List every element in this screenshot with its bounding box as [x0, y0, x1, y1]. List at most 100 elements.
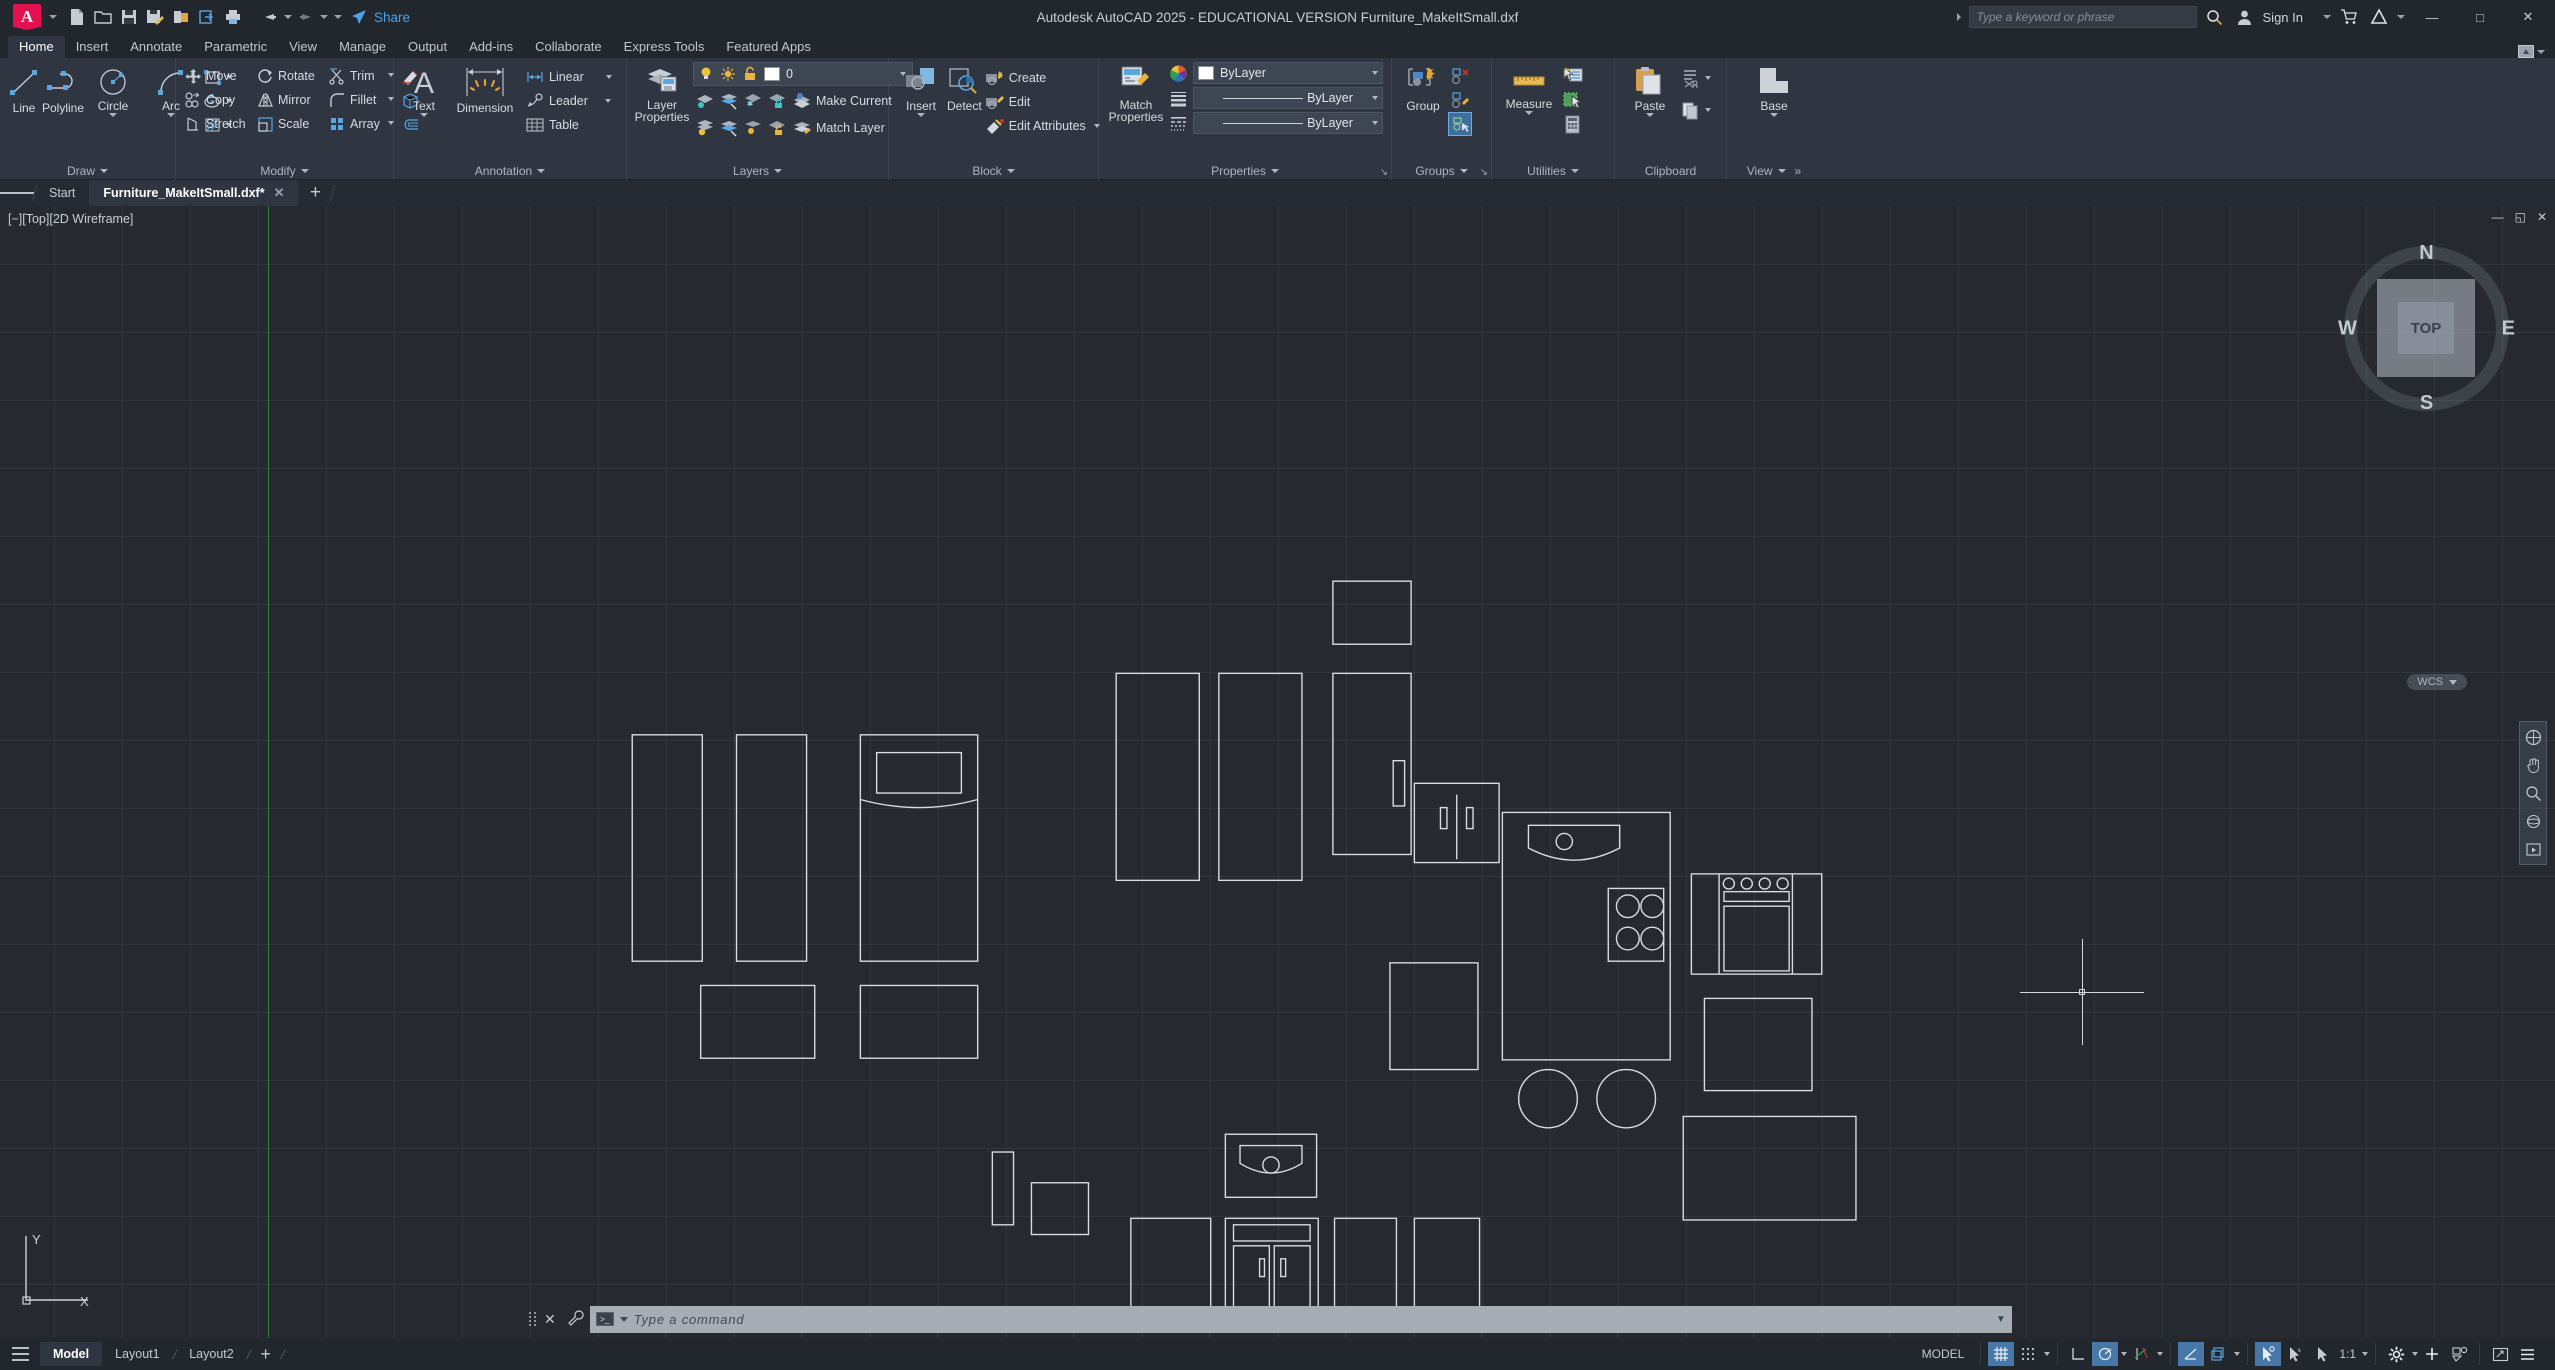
- layer-thaw-all-icon[interactable]: [741, 116, 765, 140]
- panel-title-utilities[interactable]: Utilities: [1492, 161, 1614, 180]
- undo-icon[interactable]: [258, 5, 282, 29]
- edit-block-button[interactable]: Edit: [982, 90, 1103, 114]
- sign-in-button[interactable]: Sign In: [2263, 10, 2303, 25]
- transparency-dropdown-caret[interactable]: [2234, 1352, 2241, 1356]
- file-tab-start[interactable]: Start: [35, 180, 89, 206]
- command-line[interactable]: ✕ >_ Type a command ▼: [528, 1304, 2012, 1334]
- object-color-combo[interactable]: ByLayer: [1193, 62, 1383, 84]
- isolate-objects-icon[interactable]: [2446, 1342, 2472, 1366]
- save-icon[interactable]: [117, 5, 141, 29]
- selection-cycling-toggle[interactable]: [2255, 1342, 2282, 1366]
- snap-dropdown-caret[interactable]: [2044, 1352, 2051, 1356]
- tab-view[interactable]: View: [278, 36, 328, 58]
- linear-dropdown-caret[interactable]: [605, 75, 612, 79]
- layout-tab-model[interactable]: Model: [40, 1342, 103, 1366]
- group-button[interactable]: Group: [1398, 63, 1448, 113]
- tab-add-ins[interactable]: Add-ins: [458, 36, 524, 58]
- panel-title-properties[interactable]: Properties: [1099, 161, 1391, 180]
- workspace-dropdown-caret[interactable]: [2412, 1352, 2418, 1356]
- measure-dropdown-caret[interactable]: [1525, 111, 1533, 115]
- signin-dropdown-caret[interactable]: [2323, 15, 2331, 19]
- command-prompt-icon[interactable]: >_: [595, 1312, 614, 1326]
- panel-title-layers[interactable]: Layers: [627, 161, 888, 180]
- layer-unlock-stack-icon[interactable]: [765, 116, 789, 140]
- dimension-button[interactable]: Dimension: [448, 63, 522, 115]
- tab-collaborate[interactable]: Collaborate: [524, 36, 613, 58]
- grid-display-toggle[interactable]: [1988, 1342, 2015, 1366]
- compass-east-label[interactable]: E: [2502, 317, 2515, 340]
- create-block-button[interactable]: Create: [982, 66, 1103, 90]
- base-view-button[interactable]: Base: [1745, 63, 1803, 113]
- group-selection-toggle-icon[interactable]: [1448, 112, 1472, 136]
- insert-dropdown-caret[interactable]: [917, 113, 925, 117]
- full-navigation-wheel-icon[interactable]: [2522, 726, 2544, 748]
- quick-measure-icon[interactable]: [1560, 88, 1584, 112]
- annotation-panel-caret[interactable]: [537, 168, 546, 173]
- leader-button[interactable]: Leader: [522, 89, 615, 113]
- calculator-icon[interactable]: [1560, 112, 1584, 136]
- draw-panel-caret[interactable]: [100, 168, 108, 173]
- panel-title-annotation[interactable]: Annotation: [394, 161, 626, 180]
- groups-dialog-launcher[interactable]: ↘: [1480, 167, 1488, 178]
- layer-off-icon[interactable]: [693, 116, 717, 140]
- minimize-button[interactable]: —: [2411, 0, 2453, 34]
- compass-north-label[interactable]: N: [2419, 242, 2433, 265]
- share-button[interactable]: Share: [350, 8, 410, 26]
- panel-title-groups[interactable]: Groups: [1392, 161, 1491, 180]
- fillet-button[interactable]: Fillet: [326, 88, 386, 112]
- properties-panel-caret[interactable]: [1270, 168, 1279, 173]
- text-dropdown-caret[interactable]: [420, 113, 428, 117]
- tab-home[interactable]: Home: [8, 36, 65, 58]
- properties-dialog-launcher[interactable]: ↘: [1380, 167, 1388, 178]
- copy-clip-icon[interactable]: [1679, 98, 1703, 122]
- search-input[interactable]: Type a keyword or phrase: [1968, 6, 2197, 28]
- maximize-button[interactable]: □: [2459, 0, 2501, 34]
- move-button[interactable]: Move: [182, 64, 254, 88]
- layer-lock-icon[interactable]: [765, 89, 789, 113]
- panel-title-modify[interactable]: Modify: [176, 161, 393, 180]
- stretch-button[interactable]: Stretch: [182, 112, 254, 136]
- ribbon-overflow-label[interactable]: »: [1795, 164, 1802, 178]
- layer-properties-button[interactable]: Layer Properties: [633, 62, 691, 123]
- leader-dropdown-caret[interactable]: [604, 99, 611, 103]
- pan-icon[interactable]: [2522, 754, 2544, 776]
- view-cube[interactable]: TOP N S E W: [2338, 242, 2515, 414]
- orbit-icon[interactable]: [2522, 810, 2544, 832]
- file-tab-menu-icon[interactable]: [0, 180, 34, 206]
- panel-title-draw[interactable]: Draw: [0, 161, 175, 180]
- layout-tab-layout2[interactable]: Layout2: [176, 1342, 246, 1366]
- annotation-scale-label[interactable]: 1:1: [2336, 1347, 2359, 1361]
- clean-screen-icon[interactable]: [2487, 1342, 2513, 1366]
- lineweight-toggle[interactable]: [2178, 1342, 2205, 1366]
- tab-manage[interactable]: Manage: [328, 36, 397, 58]
- polar-dropdown-caret[interactable]: [2121, 1352, 2128, 1356]
- close-icon[interactable]: ✕: [274, 185, 285, 201]
- circle-dropdown-caret[interactable]: [109, 113, 118, 117]
- tab-parametric[interactable]: Parametric: [193, 36, 278, 58]
- ortho-mode-toggle[interactable]: [2065, 1342, 2091, 1366]
- lineweight-combo[interactable]: ByLayer: [1193, 112, 1383, 134]
- undo-dropdown-caret[interactable]: [284, 15, 292, 19]
- measure-button[interactable]: Measure: [1500, 63, 1558, 111]
- snap-mode-toggle[interactable]: [2015, 1342, 2041, 1366]
- osnap-dropdown-caret[interactable]: [2157, 1352, 2164, 1356]
- wrench-icon[interactable]: [562, 1309, 590, 1329]
- drawing-canvas[interactable]: [−][Top][2D Wireframe] — ◱ ✕ TOP N S E W…: [0, 206, 2555, 1338]
- file-tab-active-drawing[interactable]: Furniture_MakeItSmall.dxf* ✕: [89, 180, 299, 206]
- linetype-caret[interactable]: [1372, 96, 1378, 100]
- layer-selector-combo[interactable]: 0: [693, 62, 913, 86]
- open-from-web-icon[interactable]: [195, 5, 219, 29]
- compass-west-label[interactable]: W: [2338, 317, 2357, 340]
- tab-annotate[interactable]: Annotate: [119, 36, 193, 58]
- qat-overflow-caret[interactable]: [334, 15, 342, 19]
- user-avatar-icon[interactable]: [2233, 5, 2257, 29]
- panel-title-block[interactable]: Block: [889, 161, 1098, 180]
- redo-icon[interactable]: [294, 5, 318, 29]
- mirror-button[interactable]: Mirror: [254, 88, 326, 112]
- polyline-button[interactable]: Polyline: [42, 63, 84, 115]
- navigation-bar[interactable]: [2519, 721, 2547, 865]
- ungroup-icon[interactable]: [1448, 64, 1472, 88]
- layers-panel-caret[interactable]: [774, 168, 783, 173]
- block-panel-caret[interactable]: [1006, 168, 1015, 173]
- tab-output[interactable]: Output: [397, 36, 458, 58]
